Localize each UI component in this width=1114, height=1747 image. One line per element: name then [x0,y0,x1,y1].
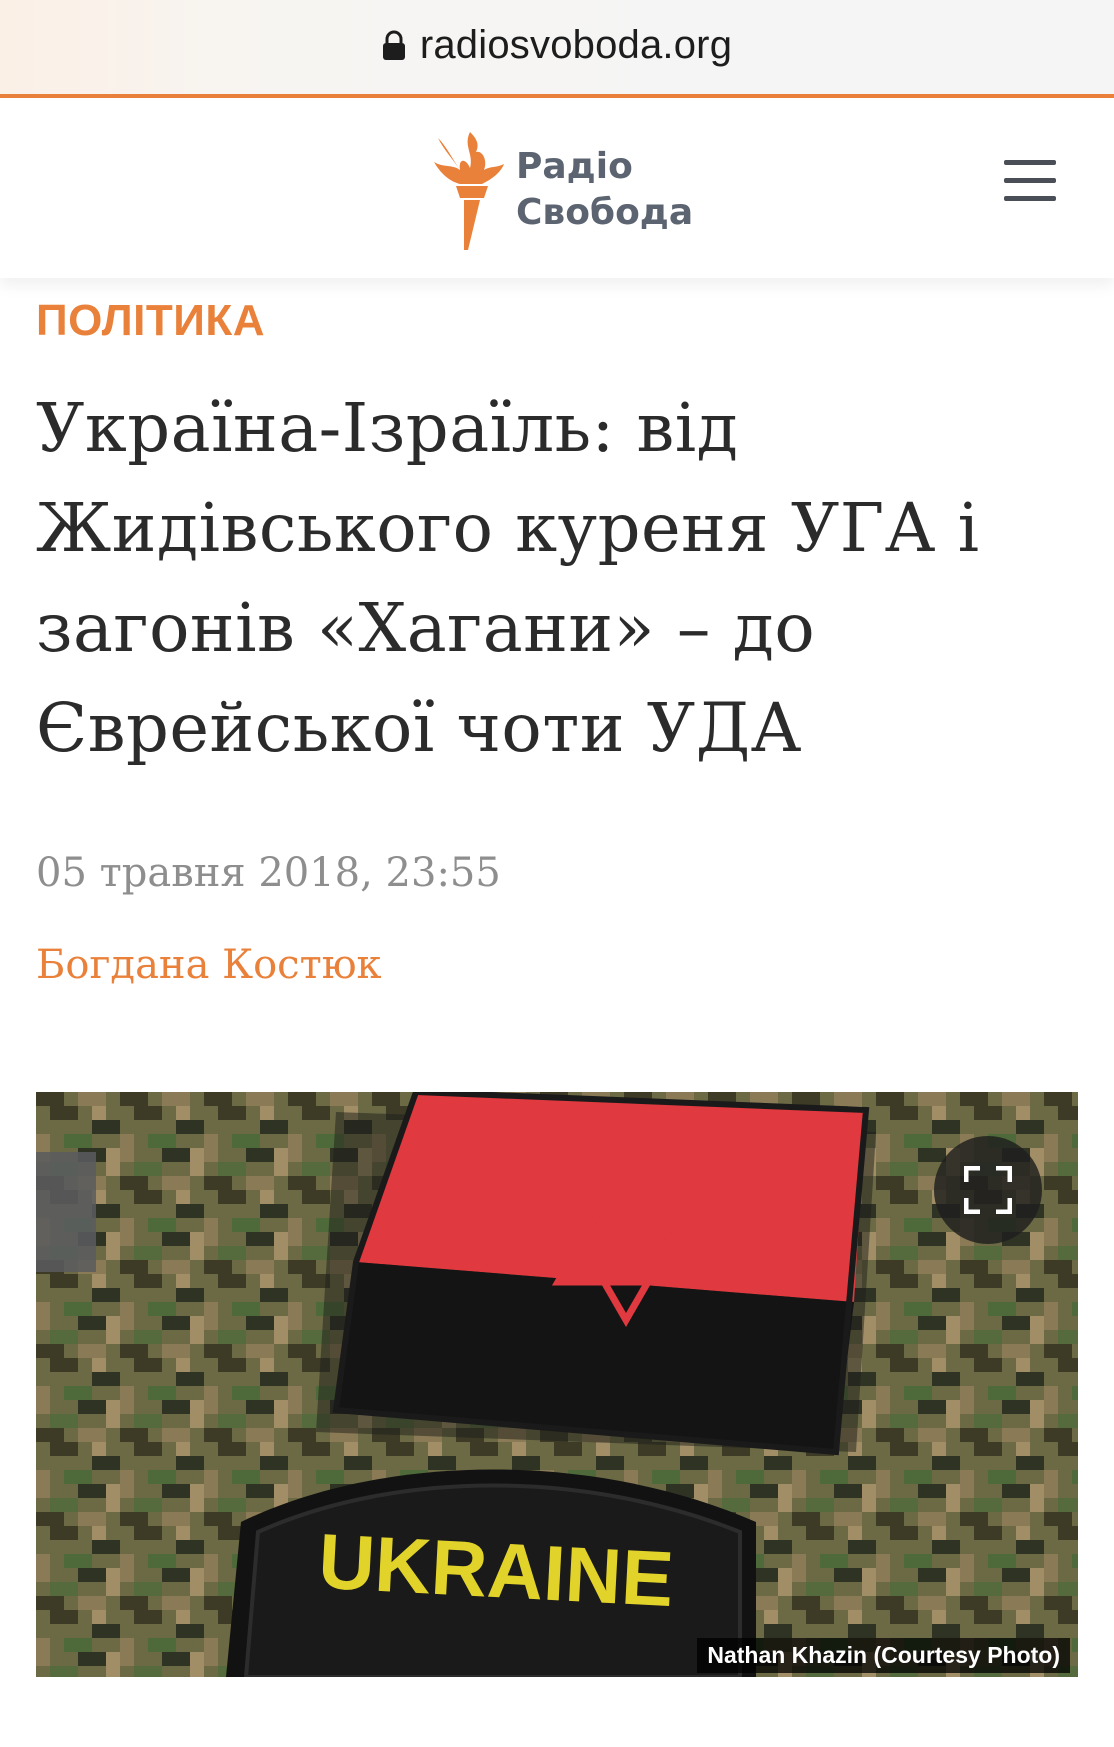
site-header: Радіо Свобода [0,98,1114,278]
article-category[interactable]: ПОЛІТИКА [36,296,265,346]
article-author[interactable]: Богдана Костюк [36,942,382,988]
ukraine-patch-text: UKRAINE [316,1517,675,1623]
logo-line-1: Радіо [516,146,633,187]
article-photo[interactable]: UKRAINE Nathan Khazin (Courtesy Photo) [36,1092,1078,1677]
lock-icon [382,30,405,60]
browser-url-bar[interactable]: radiosvoboda.org [0,0,1114,96]
logo-line-2: Свобода [516,192,694,233]
photo-scene: UKRAINE [36,1092,1078,1677]
url-text[interactable]: radiosvoboda.org [420,23,732,68]
article-date: 05 травня 2018, 23:55 [36,850,501,896]
hamburger-menu-icon[interactable] [1004,160,1056,212]
site-logo[interactable]: Радіо Свобода [430,128,693,252]
article-title: Україна-Ізраїль: від Жидівського куреня … [36,389,980,767]
fullscreen-expand-icon[interactable] [934,1136,1042,1244]
photo-credit: Nathan Khazin (Courtesy Photo) [697,1638,1070,1673]
torch-icon [434,132,504,250]
